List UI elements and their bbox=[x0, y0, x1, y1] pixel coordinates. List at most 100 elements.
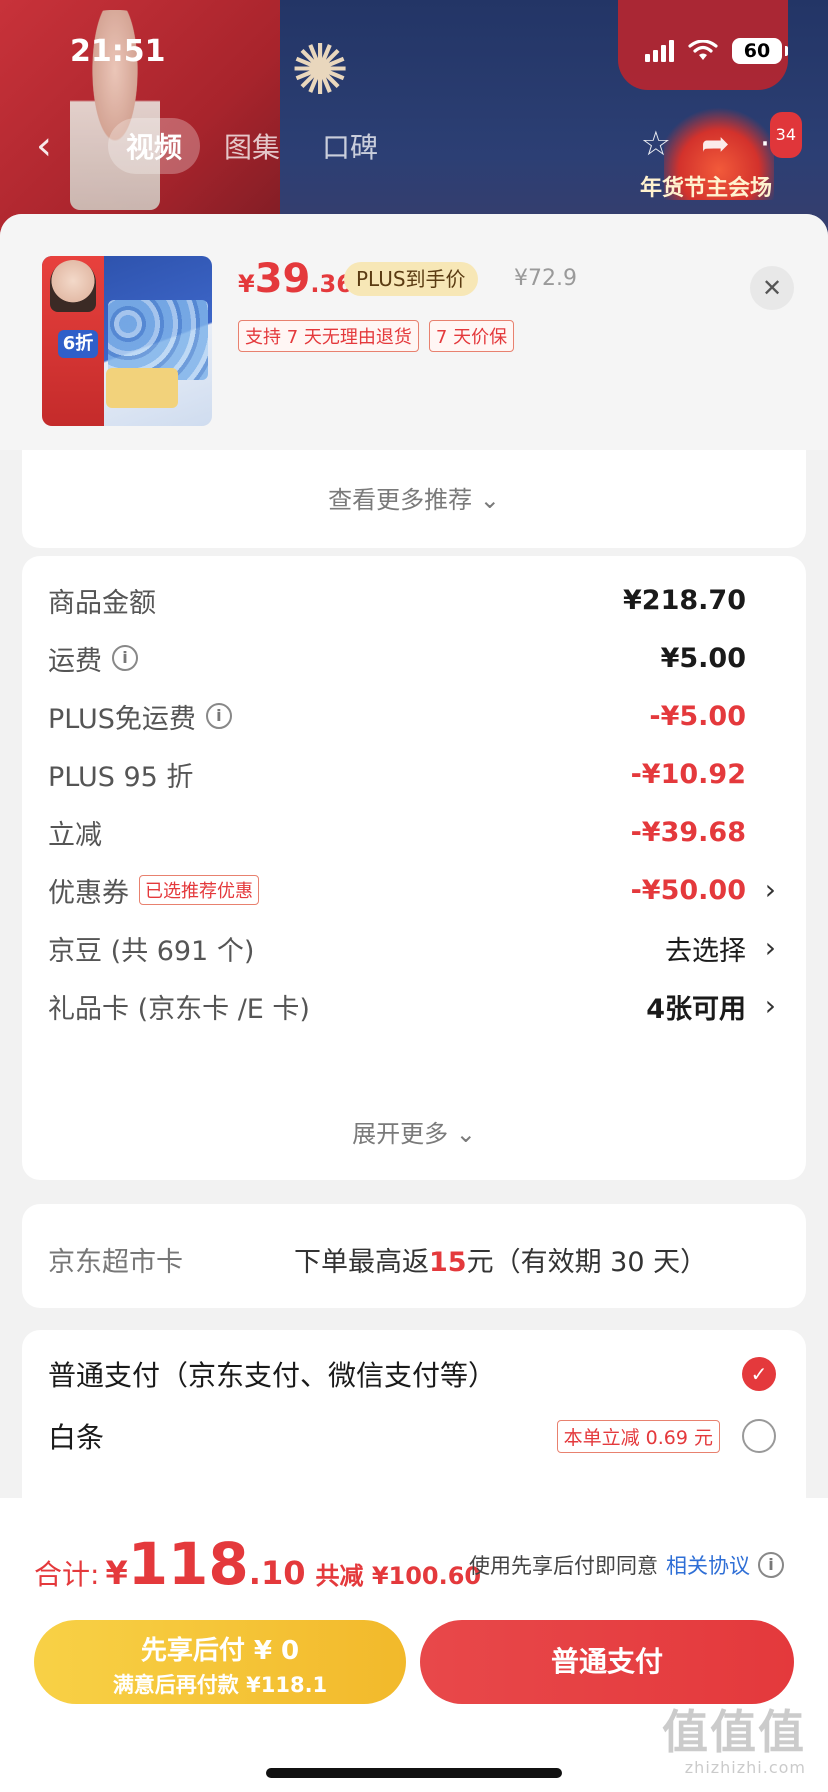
supermarket-rebate-text: 下单最高返15元（有效期 30 天） bbox=[294, 1240, 707, 1279]
status-time: 21:51 bbox=[70, 34, 166, 69]
banner-promo-text: 年货节主会场 bbox=[639, 176, 772, 201]
info-icon[interactable]: i bbox=[112, 645, 138, 671]
summary-label-wrap: PLUS免运费 i bbox=[48, 697, 232, 736]
summary-label: 商品金额 bbox=[48, 587, 156, 619]
summary-row-jd-beans[interactable]: 京豆 (共 691 个) 去选择 › bbox=[48, 920, 776, 976]
plus-price-tag: PLUS到手价 bbox=[344, 262, 478, 296]
expand-more[interactable]: 展开更多 ⌄ bbox=[22, 1114, 806, 1149]
summary-label: 京豆 (共 691 个) bbox=[48, 935, 255, 967]
total-saved: 共减 ¥100.60 bbox=[315, 1562, 482, 1590]
total-label: 合计: bbox=[34, 1558, 100, 1591]
rebate-amount: 15 bbox=[429, 1247, 467, 1278]
nav-tabs: 视频 图集 口碑 bbox=[108, 118, 396, 174]
product-thumbnail[interactable]: 6折 bbox=[42, 256, 212, 426]
summary-label: 立减 bbox=[48, 819, 102, 851]
summary-row-shipping: 运费 i ¥5.00 bbox=[48, 630, 776, 686]
watermark-text: 值值值 bbox=[662, 1705, 806, 1759]
thumbnail-person bbox=[50, 260, 96, 312]
summary-label: PLUS免运费 bbox=[48, 703, 196, 735]
close-button[interactable]: ✕ bbox=[750, 266, 794, 310]
summary-value: -¥39.68 bbox=[630, 816, 746, 848]
wifi-icon bbox=[688, 39, 718, 62]
summary-value: ¥218.70 bbox=[623, 584, 746, 616]
share-icon[interactable]: ➦ bbox=[701, 122, 730, 166]
summary-row-plus-free-shipping: PLUS免运费 i -¥5.00 bbox=[48, 688, 776, 744]
summary-value: 4张可用 bbox=[646, 993, 746, 1025]
summary-row-gift-card[interactable]: 礼品卡 (京东卡 /E 卡) 4张可用 › bbox=[48, 978, 776, 1034]
agreement-link[interactable]: 相关协议 bbox=[666, 1550, 750, 1580]
total-integer: 118 bbox=[127, 1530, 249, 1598]
agreement-text: 使用先享后付即同意 bbox=[469, 1554, 658, 1578]
product-header: 6折 ¥ 39 .36 PLUS到手价 ¥72.9 ✕ 支持 7 天无理由退货 … bbox=[0, 214, 828, 450]
see-more-recommend[interactable]: 查看更多推荐 ⌄ bbox=[22, 480, 806, 515]
top-nav: ‹ 视频 图集 口碑 ☆ ➦ ··· 34 bbox=[0, 112, 828, 174]
pay-later-subtitle: 满意后再付款 ¥118.1 bbox=[112, 1673, 328, 1697]
service-tags: 支持 7 天无理由退货 7 天价保 bbox=[238, 320, 515, 352]
battery-icon: 60 bbox=[732, 38, 788, 64]
price-integer: 39 bbox=[254, 256, 311, 302]
product-price: ¥ 39 .36 bbox=[238, 256, 353, 302]
summary-label: 礼品卡 (京东卡 /E 卡) bbox=[48, 993, 310, 1025]
thumbnail-discount: 6折 bbox=[58, 330, 98, 358]
price-summary-card: 商品金额 ¥218.70 运费 i ¥5.00 PLUS免运费 i -¥5.00… bbox=[22, 556, 806, 1180]
coupon-selected-tag: 已选推荐优惠 bbox=[139, 875, 259, 905]
summary-value: -¥10.92 bbox=[630, 758, 746, 790]
star-icon[interactable]: ☆ bbox=[641, 122, 671, 166]
summary-label: PLUS 95 折 bbox=[48, 761, 194, 793]
summary-value: -¥5.00 bbox=[649, 700, 746, 732]
watermark-logo: 值值值 zhizhizhi.com bbox=[662, 1696, 806, 1777]
normal-pay-button[interactable]: 普通支付 bbox=[420, 1620, 794, 1704]
tab-video[interactable]: 视频 bbox=[108, 118, 201, 174]
pay-later-title: 先享后付 ¥ 0 bbox=[140, 1636, 300, 1666]
agreement-notice: 使用先享后付即同意 相关协议 i bbox=[469, 1550, 784, 1580]
summary-row-goods: 商品金额 ¥218.70 bbox=[48, 572, 776, 628]
summary-row-coupon[interactable]: 优惠券 已选推荐优惠 -¥50.00 › bbox=[48, 862, 776, 918]
total-decimal: .10 bbox=[248, 1554, 306, 1592]
chevron-right-icon: › bbox=[764, 989, 776, 1022]
summary-value: -¥50.00 bbox=[630, 874, 746, 906]
more-count-badge: 34 bbox=[769, 112, 802, 158]
bottom-action-bar: 合计: ¥ 118 .10 共减 ¥100.60 使用先享后付即同意 相关协议 i… bbox=[0, 1498, 828, 1792]
signal-icon bbox=[645, 40, 674, 62]
recommend-card: 查看更多推荐 ⌄ bbox=[22, 450, 806, 548]
action-buttons: 先享后付 ¥ 0 满意后再付款 ¥118.1 普通支付 bbox=[34, 1620, 794, 1708]
checkmark-icon[interactable]: ✓ bbox=[742, 1357, 776, 1391]
payment-option-label: 普通支付（京东支付、微信支付等） bbox=[48, 1359, 497, 1392]
summary-row-instant-reduction: 立减 -¥39.68 bbox=[48, 804, 776, 860]
thumbnail-box bbox=[106, 368, 178, 408]
summary-label-wrap: 优惠券 已选推荐优惠 bbox=[48, 871, 259, 910]
pay-later-button[interactable]: 先享后付 ¥ 0 满意后再付款 ¥118.1 bbox=[34, 1620, 406, 1704]
summary-value: ¥5.00 bbox=[660, 642, 746, 674]
original-price: ¥72.9 bbox=[514, 266, 577, 291]
supermarket-label: 京东超市卡 bbox=[48, 1247, 183, 1278]
supermarket-card: 京东超市卡 下单最高返15元（有效期 30 天） bbox=[22, 1204, 806, 1308]
chevron-right-icon: › bbox=[764, 873, 776, 906]
price-symbol: ¥ bbox=[238, 270, 255, 298]
summary-value: 去选择 bbox=[665, 935, 746, 967]
summary-label-wrap: 运费 i bbox=[48, 639, 138, 678]
baitiao-discount-tag: 本单立减 0.69 元 bbox=[556, 1419, 720, 1453]
payment-option-baitiao[interactable]: 白条 本单立减 0.69 元 bbox=[48, 1406, 776, 1466]
status-icons: 60 bbox=[645, 38, 788, 64]
status-bar: 21:51 60 bbox=[0, 0, 828, 100]
summary-label: 运费 bbox=[48, 645, 102, 677]
more-button[interactable]: ··· 34 bbox=[760, 112, 802, 166]
tab-gallery[interactable]: 图集 bbox=[206, 118, 298, 174]
summary-row-plus-discount: PLUS 95 折 -¥10.92 bbox=[48, 746, 776, 802]
order-total: 合计: ¥ 118 .10 共减 ¥100.60 bbox=[34, 1530, 481, 1598]
rebate-text-before: 下单最高返 bbox=[294, 1247, 429, 1278]
tab-reviews[interactable]: 口碑 bbox=[304, 118, 396, 174]
summary-label: 优惠券 bbox=[48, 877, 129, 909]
radio-unchecked-icon[interactable] bbox=[742, 1419, 776, 1453]
chevron-right-icon: › bbox=[764, 931, 776, 964]
payment-option-normal[interactable]: 普通支付（京东支付、微信支付等） ✓ bbox=[48, 1344, 776, 1404]
rebate-text-after: 元（有效期 30 天） bbox=[466, 1247, 708, 1278]
info-icon[interactable]: i bbox=[205, 703, 232, 729]
tag-return-policy: 支持 7 天无理由退货 bbox=[238, 320, 419, 352]
home-indicator[interactable] bbox=[266, 1768, 562, 1778]
tag-price-protect: 7 天价保 bbox=[428, 320, 515, 352]
payment-option-label: 白条 bbox=[48, 1421, 105, 1454]
close-icon: ✕ bbox=[761, 274, 783, 302]
info-icon[interactable]: i bbox=[758, 1552, 784, 1578]
chevron-left-icon[interactable]: ‹ bbox=[36, 126, 52, 166]
